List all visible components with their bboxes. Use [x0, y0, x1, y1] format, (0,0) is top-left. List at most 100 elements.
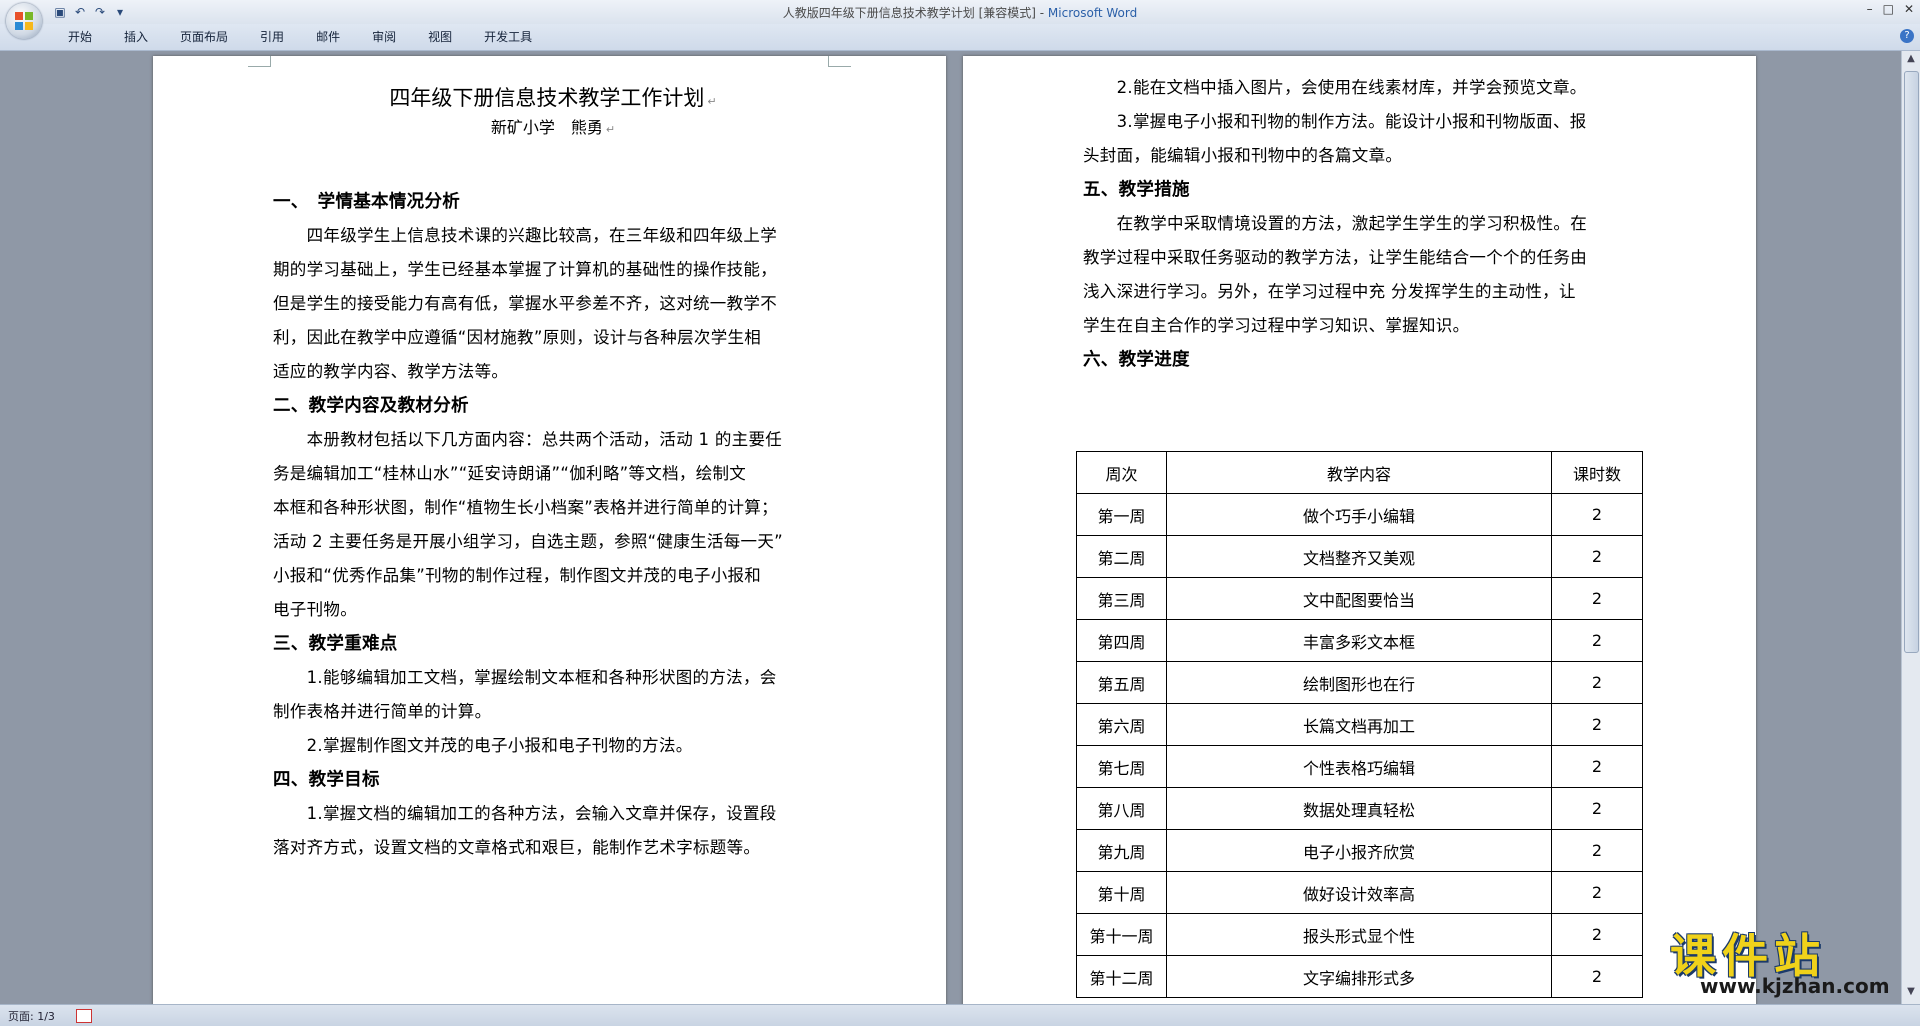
table-cell: 第十二周 — [1076, 955, 1167, 998]
table-cell: 数据处理真轻松 — [1166, 787, 1552, 830]
app-name: Microsoft Word — [1047, 6, 1138, 20]
ribbon-tab[interactable]: 邮件 — [304, 29, 352, 45]
table-header-row: 周次 教学内容 课时数 — [1076, 451, 1643, 494]
paragraph-line: 2.掌握制作图文并茂的电子小报和电子刊物的方法。 — [273, 736, 693, 755]
document-name: 人教版四年级下册信息技术教学计划 [兼容模式] - — [782, 6, 1048, 20]
table-cell: 报头形式显个性 — [1166, 913, 1552, 956]
title-bar: ▣ ↶ ↷ ▾ 人教版四年级下册信息技术教学计划 [兼容模式] - Micros… — [0, 0, 1920, 25]
window-title: 人教版四年级下册信息技术教学计划 [兼容模式] - Microsoft Word — [0, 4, 1920, 21]
table-row: 第三周 文中配图要恰当 2 — [1076, 577, 1643, 620]
table-row: 第六周 长篇文档再加工 2 — [1076, 703, 1643, 746]
table-cell: 2 — [1551, 493, 1643, 536]
table-cell: 第五周 — [1076, 661, 1167, 704]
paragraph-line: 落对齐方式，设置文档的文章格式和艰巨，能制作艺术字标题等。 — [273, 838, 761, 857]
table-cell: 2 — [1551, 871, 1643, 914]
ribbon-tab[interactable]: 视图 — [416, 29, 464, 45]
table-header-cell: 课时数 — [1551, 451, 1643, 494]
table-row: 第七周 个性表格巧编辑 2 — [1076, 745, 1643, 788]
table-cell: 2 — [1551, 703, 1643, 746]
paragraph-line: 1.掌握文档的编辑加工的各种方法，会输入文章并保存，设置段 — [273, 804, 777, 823]
table-cell: 文档整齐又美观 — [1166, 535, 1552, 578]
scroll-thumb[interactable] — [1904, 71, 1919, 653]
table-cell: 2 — [1551, 535, 1643, 578]
table-cell: 2 — [1551, 913, 1643, 956]
paragraph-line: 本框和各种形状图，制作“植物生长小档案”表格并进行简单的计算； — [273, 498, 778, 517]
office-button[interactable] — [6, 3, 42, 39]
table-cell: 2 — [1551, 787, 1643, 830]
margin-corner-mark — [248, 56, 271, 67]
table-cell: 2 — [1551, 661, 1643, 704]
paragraph-line: 本册教材包括以下几方面内容：总共两个活动，活动 1 的主要任 — [273, 430, 783, 449]
table-row: 第一周 做个巧手小编辑 2 — [1076, 493, 1643, 536]
help-icon[interactable]: ? — [1900, 29, 1914, 43]
paragraph-line: 电子刊物。 — [273, 600, 357, 619]
ribbon-tab-bar: 开始 插入 页面布局 引用 邮件 审阅 视图 开发工具 ? — [0, 24, 1920, 51]
paragraph-line: 但是学生的接受能力有高有低，掌握水平参差不齐，这对统一教学不 — [273, 294, 777, 313]
ribbon-tab[interactable]: 开发工具 — [472, 29, 544, 45]
ribbon-tab[interactable]: 审阅 — [360, 29, 408, 45]
table-row: 第五周 绘制图形也在行 2 — [1076, 661, 1643, 704]
maximize-icon[interactable]: □ — [1883, 2, 1894, 16]
table-cell: 2 — [1551, 619, 1643, 662]
table-header-cell: 周次 — [1076, 451, 1167, 494]
table-cell: 第四周 — [1076, 619, 1167, 662]
table-cell: 2 — [1551, 745, 1643, 788]
table-cell: 第六周 — [1076, 703, 1167, 746]
paragraph-line: 期的学习基础上，学生已经基本掌握了计算机的基础性的操作技能， — [273, 260, 777, 279]
section-heading: 二、教学内容及教材分析 — [273, 396, 469, 416]
table-cell: 第八周 — [1076, 787, 1167, 830]
table-cell: 个性表格巧编辑 — [1166, 745, 1552, 788]
table-cell: 第十一周 — [1076, 913, 1167, 956]
ribbon-tab[interactable]: 页面布局 — [168, 29, 240, 45]
paragraph-line: 头封面，能编辑小报和刊物中的各篇文章。 — [1083, 146, 1403, 165]
table-row: 第十二周 文字编排形式多 2 — [1076, 955, 1643, 998]
ribbon-tab[interactable]: 开始 — [56, 29, 104, 45]
ribbon-tab[interactable]: 插入 — [112, 29, 160, 45]
table-cell: 文中配图要恰当 — [1166, 577, 1552, 620]
table-cell: 第十周 — [1076, 871, 1167, 914]
window-controls: – □ ✕ — [1867, 2, 1914, 16]
close-icon[interactable]: ✕ — [1904, 2, 1914, 16]
section-heading: 三、教学重难点 — [273, 634, 398, 654]
section-heading: 四、教学目标 — [273, 770, 380, 790]
page-1[interactable]: 四年级下册信息技术教学工作计划 ↵ 新矿小学 熊勇 ↵ 一、 学情基本情况分析 四年… — [153, 56, 946, 1004]
paragraph-line: 学生在自主合作的学习过程中学习知识、掌握知识。 — [1083, 316, 1470, 335]
paragraph-line: 务是编辑加工“桂林山水”“延安诗朗诵”“伽利略”等文档，绘制文 — [273, 464, 747, 483]
section-heading: 六、教学进度 — [1083, 350, 1190, 370]
document-workspace[interactable]: 四年级下册信息技术教学工作计划 ↵ 新矿小学 熊勇 ↵ 一、 学情基本情况分析 四年… — [0, 51, 1902, 1004]
table-header-cell: 教学内容 — [1166, 451, 1552, 494]
table-cell: 第七周 — [1076, 745, 1167, 788]
minimize-icon[interactable]: – — [1867, 2, 1873, 16]
watermark-url: www.kjzhan.com — [1700, 974, 1890, 998]
paragraph-line: 制作表格并进行简单的计算。 — [273, 702, 492, 721]
vertical-scrollbar[interactable]: ▲ ▼ — [1901, 51, 1920, 1004]
table-cell: 第二周 — [1076, 535, 1167, 578]
schedule-table: 周次 教学内容 课时数 第一周 做个巧手小编辑 2 第二周 文档整齐又美观 2 第三周 文中配图要恰… — [1076, 451, 1643, 998]
paragraph-line: 利，因此在教学中应遵循“因材施教”原则，设计与各种层次学生相 — [273, 328, 762, 347]
table-cell: 第九周 — [1076, 829, 1167, 872]
table-row: 第八周 数据处理真轻松 2 — [1076, 787, 1643, 830]
paragraph-line: 小报和“优秀作品集”刊物的制作过程，制作图文并茂的电子小报和 — [273, 566, 762, 585]
table-row: 第二周 文档整齐又美观 2 — [1076, 535, 1643, 578]
paragraph-line: 浅入深进行学习。另外，在学习过程中充 分发挥学生的主动性，让 — [1083, 282, 1576, 301]
paragraph-line: 2.能在文档中插入图片，会使用在线素材库，并学会预览文章。 — [1083, 78, 1587, 97]
scroll-up-icon[interactable]: ▲ — [1905, 53, 1917, 65]
table-cell: 2 — [1551, 577, 1643, 620]
table-cell: 2 — [1551, 955, 1643, 998]
proofing-icon[interactable] — [76, 1009, 92, 1023]
scroll-down-icon[interactable]: ▼ — [1905, 986, 1917, 998]
paragraph-line: 在教学中采取情境设置的方法，激起学生学生的学习积极性。在 — [1083, 214, 1587, 233]
table-cell: 文字编排形式多 — [1166, 955, 1552, 998]
section-heading: 五、教学措施 — [1083, 180, 1190, 200]
table-cell: 第一周 — [1076, 493, 1167, 536]
ribbon-tab[interactable]: 引用 — [248, 29, 296, 45]
page-count[interactable]: 页面: 1/3 — [8, 1008, 55, 1024]
page-2[interactable]: 周次 教学内容 课时数 第一周 做个巧手小编辑 2 第二周 文档整齐又美观 2 第三周 文中配图要恰… — [963, 56, 1756, 1004]
paragraph-line: 活动 2 主要任务是开展小组学习，自选主题，参照“健康生活每一天” — [273, 532, 783, 551]
table-cell: 电子小报齐欣赏 — [1166, 829, 1552, 872]
table-cell: 2 — [1551, 829, 1643, 872]
table-row: 第四周 丰富多彩文本框 2 — [1076, 619, 1643, 662]
status-bar: 页面: 1/3 — [0, 1004, 1920, 1026]
author-line: 新矿小学 熊勇 ↵ — [490, 118, 616, 137]
paragraph-line: 四年级学生上信息技术课的兴趣比较高，在三年级和四年级上学 — [273, 226, 777, 245]
